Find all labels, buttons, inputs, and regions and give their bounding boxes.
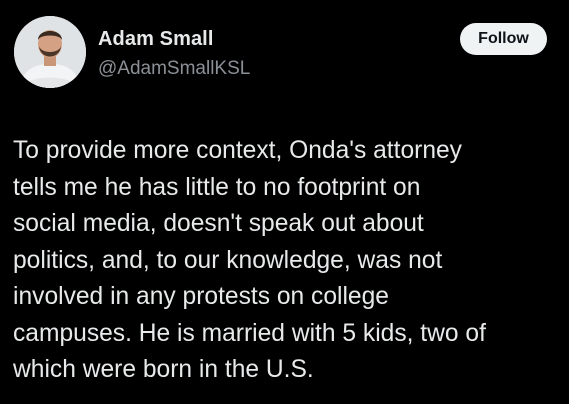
tweet-text: To provide more context, Onda's attorney… [13,137,486,383]
profile-photo-icon [14,16,86,88]
display-name[interactable]: Adam Small [98,28,213,51]
follow-button[interactable]: Follow [460,23,547,55]
avatar[interactable] [14,16,86,88]
tweet-card: Adam Small @AdamSmallKSL Follow To provi… [0,0,569,404]
user-handle[interactable]: @AdamSmallKSL [98,58,250,80]
